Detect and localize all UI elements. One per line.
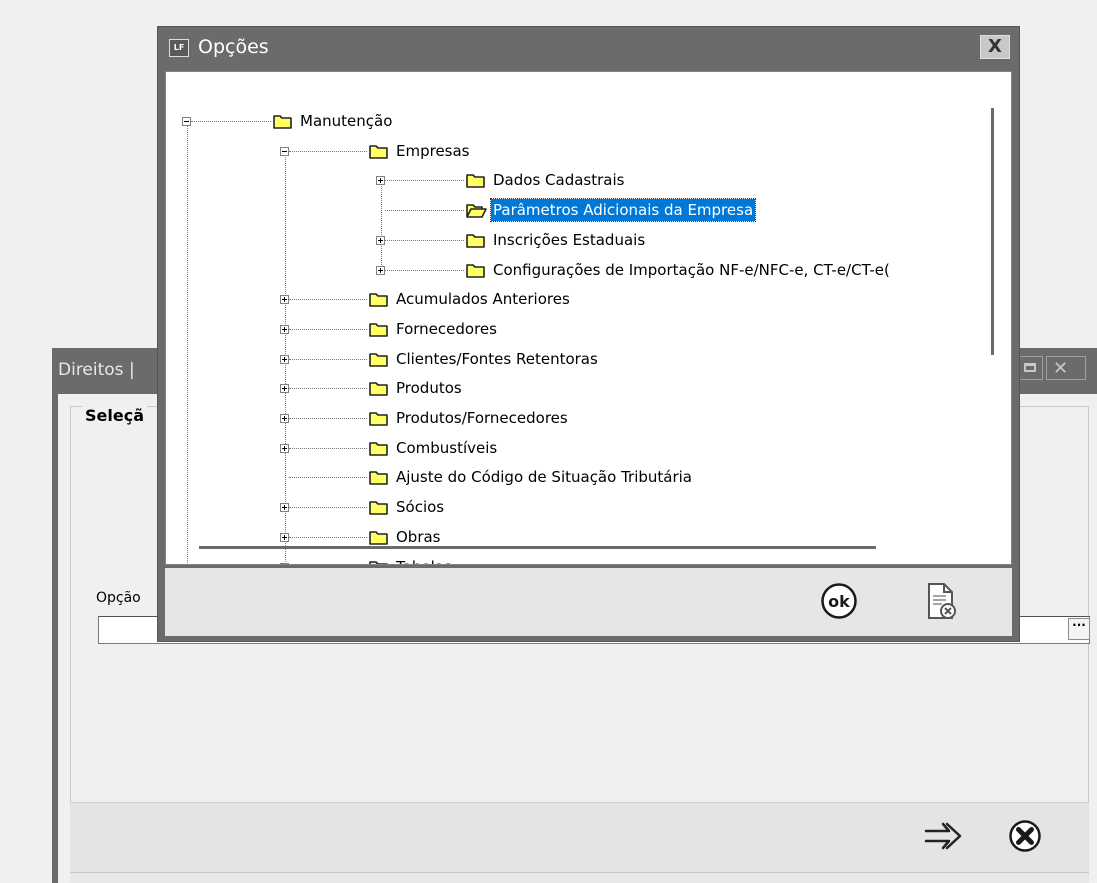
tree-item-label: Sócios bbox=[396, 498, 445, 517]
tree-item-label: Tabelas bbox=[394, 556, 454, 565]
folder-icon bbox=[465, 171, 487, 189]
expand-icon[interactable] bbox=[280, 324, 289, 334]
tree-connector bbox=[385, 239, 464, 241]
selection-group-label: Seleçã bbox=[82, 406, 147, 425]
folder-icon bbox=[368, 528, 390, 546]
tree-item-label: Parâmetros Adicionais da Empresa bbox=[489, 198, 757, 223]
expand-icon[interactable] bbox=[376, 176, 385, 186]
tree-item-label: Clientes/Fontes Retentoras bbox=[396, 349, 598, 368]
background-button-bar bbox=[70, 802, 1089, 873]
ellipsis-button[interactable]: ··· bbox=[1068, 618, 1090, 640]
tree-item-label: Dados Cadastrais bbox=[493, 171, 625, 190]
tree-item-label: Inscrições Estaduais bbox=[493, 230, 646, 249]
tree-connector bbox=[289, 418, 367, 419]
folder-icon bbox=[368, 350, 390, 368]
background-lower-band bbox=[70, 872, 1089, 883]
background-window-title: Direitos | bbox=[58, 360, 135, 380]
tree-connector bbox=[289, 358, 367, 360]
tree-item-label: Combustíveis bbox=[396, 438, 498, 457]
options-dialog-footer: ok bbox=[165, 568, 1012, 636]
proceed-button[interactable] bbox=[923, 818, 963, 854]
tree-item-label: Produtos/Fornecedores bbox=[396, 409, 568, 427]
tree-connector bbox=[289, 388, 367, 390]
tree-connector bbox=[289, 328, 367, 330]
tree-guide-line bbox=[187, 121, 188, 564]
tree-connector bbox=[289, 299, 367, 301]
tree-item-label: Fornecedores bbox=[396, 319, 497, 338]
app-logo-icon: LF bbox=[169, 39, 189, 57]
expand-icon[interactable] bbox=[280, 414, 289, 423]
tree-guide-line bbox=[381, 180, 382, 270]
tree-item-label: Ajuste do Código de Situação Tributária bbox=[396, 468, 692, 487]
tree-connector bbox=[385, 180, 464, 182]
tree-item-label: Produtos bbox=[396, 379, 462, 398]
expand-icon[interactable] bbox=[376, 235, 385, 245]
close-circle-icon bbox=[1009, 820, 1041, 852]
tree-item-label: Manutenção bbox=[300, 112, 393, 130]
expand-icon[interactable] bbox=[280, 443, 289, 453]
maximize-button[interactable] bbox=[1017, 356, 1043, 380]
cancel-dialog-button[interactable] bbox=[925, 581, 959, 621]
tree-item-label: Acumulados Anteriores bbox=[396, 290, 570, 309]
folder-icon bbox=[368, 558, 390, 564]
folder-icon bbox=[465, 261, 487, 279]
tree-connector bbox=[289, 447, 367, 449]
folder-icon bbox=[368, 320, 390, 338]
collapse-icon[interactable] bbox=[280, 146, 289, 156]
folder-icon bbox=[368, 468, 390, 486]
folder-icon bbox=[465, 231, 487, 249]
cancel-button[interactable] bbox=[1008, 819, 1042, 853]
option-label: Opção bbox=[96, 590, 141, 606]
background-close-button[interactable]: ✕ bbox=[1046, 356, 1086, 380]
svg-text:ok: ok bbox=[828, 592, 850, 611]
folder-icon bbox=[368, 379, 390, 397]
folder-icon bbox=[368, 439, 390, 457]
folder-icon bbox=[368, 409, 390, 427]
arrow-right-icon bbox=[924, 822, 962, 850]
folder-icon bbox=[272, 112, 294, 130]
tree-connector bbox=[191, 121, 271, 122]
tree-connector bbox=[289, 477, 367, 479]
options-dialog-titlebar[interactable]: LF Opções X bbox=[158, 27, 1019, 71]
tree-connector bbox=[289, 536, 367, 538]
close-icon: ✕ bbox=[1053, 358, 1069, 379]
expand-icon[interactable] bbox=[280, 384, 289, 394]
options-tree[interactable]: Manutenção Empresas Dados Cadastrais Parâme… bbox=[165, 71, 1012, 565]
expand-icon[interactable] bbox=[280, 562, 289, 564]
tree-connector bbox=[385, 269, 464, 271]
expand-icon[interactable] bbox=[280, 503, 289, 513]
folder-icon bbox=[368, 290, 390, 308]
collapse-icon[interactable] bbox=[182, 117, 191, 126]
cancel-document-icon bbox=[928, 583, 956, 619]
expand-icon[interactable] bbox=[280, 354, 289, 364]
expand-icon[interactable] bbox=[280, 532, 289, 542]
options-dialog-title: Opções bbox=[198, 36, 269, 58]
tree-item-label: Configurações de Importação NF-e/NFC-e, … bbox=[493, 260, 890, 279]
tree-item-label: Empresas bbox=[396, 141, 470, 160]
folder-open-icon bbox=[465, 201, 487, 219]
folder-icon bbox=[368, 142, 390, 160]
tree-connector bbox=[385, 210, 464, 212]
folder-icon bbox=[368, 498, 390, 516]
horizontal-scrollbar[interactable] bbox=[199, 546, 876, 549]
expand-icon[interactable] bbox=[376, 265, 385, 275]
vertical-scrollbar[interactable] bbox=[991, 108, 994, 355]
expand-icon[interactable] bbox=[280, 295, 289, 305]
dialog-close-button[interactable]: X bbox=[980, 35, 1010, 59]
tree-connector bbox=[289, 507, 367, 509]
ok-button[interactable]: ok bbox=[820, 582, 858, 620]
tree-connector bbox=[289, 150, 367, 152]
tree-item-label: Obras bbox=[396, 527, 441, 546]
options-dialog: LF Opções X Manutenção Empresas Dados Cada… bbox=[157, 26, 1020, 642]
ok-icon: ok bbox=[821, 583, 857, 619]
